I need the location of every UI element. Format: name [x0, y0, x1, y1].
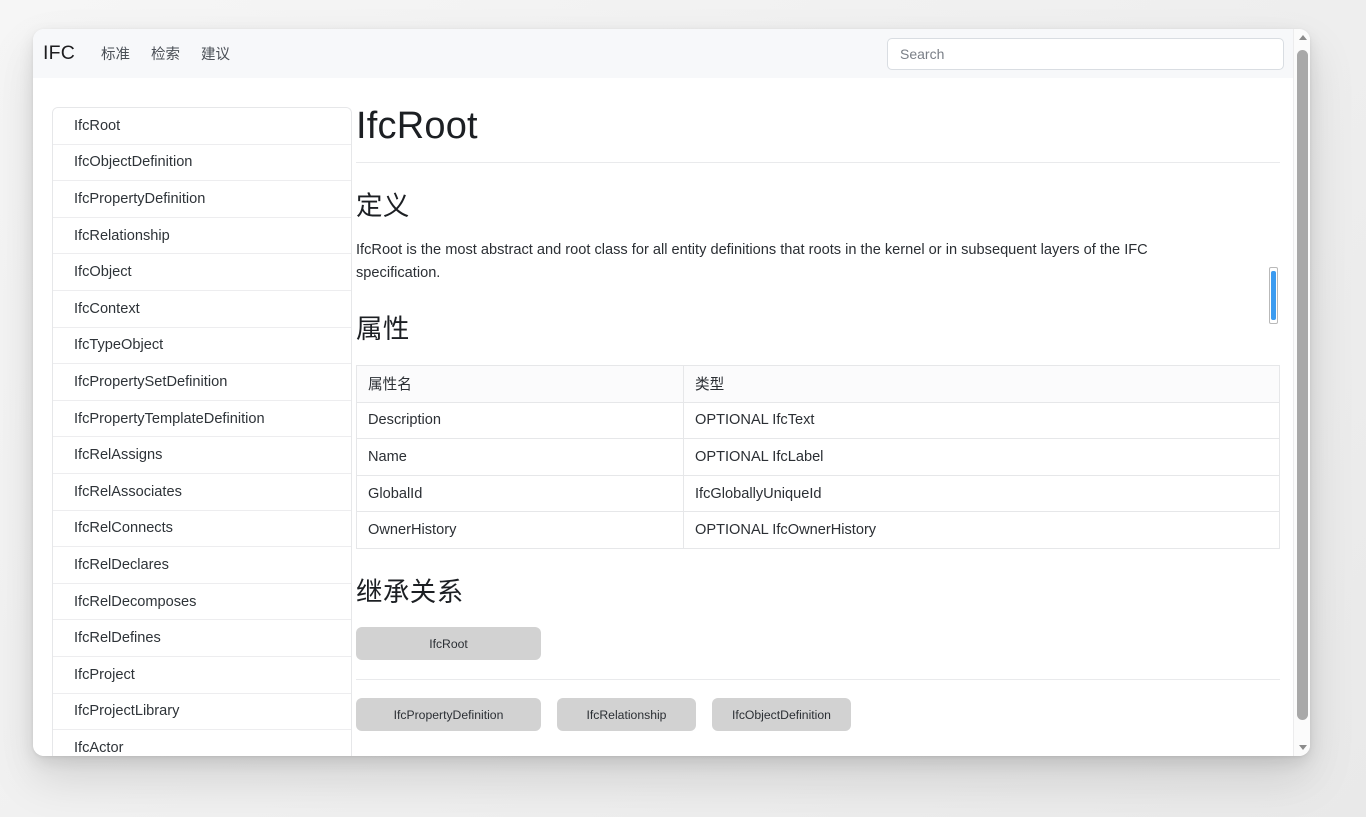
- brand-logo[interactable]: IFC: [43, 42, 75, 65]
- table-row: GlobalId IfcGloballyUniqueId: [356, 474, 1280, 513]
- scroll-up-arrow-icon[interactable]: [1294, 29, 1310, 46]
- sidebar-item-ifcroot[interactable]: IfcRoot: [53, 108, 351, 145]
- inheritance-diagram: IfcRoot IfcPropertyDefinition IfcRelatio…: [356, 627, 1280, 732]
- attr-name: OwnerHistory: [356, 511, 684, 550]
- attr-name: GlobalId: [356, 474, 684, 513]
- nav-item-search[interactable]: 检索: [151, 43, 180, 64]
- main-nav: 标准 检索 建议: [101, 43, 230, 64]
- sidebar-item-ifcreldecomposes[interactable]: IfcRelDecomposes: [53, 583, 351, 621]
- app-body: IfcRoot IfcObjectDefinition IfcPropertyD…: [33, 78, 1310, 756]
- column-header-name: 属性名: [356, 365, 684, 403]
- sidebar-item-ifcactor[interactable]: IfcActor: [53, 730, 351, 756]
- attr-type: IfcGloballyUniqueId: [683, 474, 1280, 513]
- scrollbar-thumb[interactable]: [1297, 50, 1308, 720]
- search-input[interactable]: [887, 38, 1284, 70]
- inheritance-node-ifcrelationship[interactable]: IfcRelationship: [557, 698, 696, 732]
- main-content: IfcRoot 定义 IfcRoot is the most abstract …: [356, 78, 1286, 756]
- inheritance-node-ifcobjectdefinition[interactable]: IfcObjectDefinition: [712, 698, 851, 732]
- inheritance-divider: [356, 679, 1280, 681]
- attributes-table: 属性名 类型 Description OPTIONAL IfcText Name: [356, 365, 1280, 550]
- inheritance-parent-row: IfcRoot: [356, 627, 1278, 661]
- table-row: Name OPTIONAL IfcLabel: [356, 438, 1280, 476]
- table-row: OwnerHistory OPTIONAL IfcOwnerHistory: [356, 511, 1280, 550]
- attr-type: OPTIONAL IfcText: [683, 401, 1280, 440]
- vertical-scrollbar[interactable]: [1293, 29, 1310, 756]
- desktop-background: IFC 标准 检索 建议 IfcRoot IfcObjectDefinition…: [0, 0, 1366, 817]
- nav-item-suggest[interactable]: 建议: [201, 43, 230, 64]
- table-header-row: 属性名 类型: [356, 365, 1280, 403]
- app-window: IFC 标准 检索 建议 IfcRoot IfcObjectDefinition…: [33, 29, 1310, 756]
- inheritance-children-row: IfcPropertyDefinition IfcRelationship If…: [356, 698, 1278, 732]
- sidebar-item-ifcreldefines[interactable]: IfcRelDefines: [53, 620, 351, 657]
- section-heading-attributes: 属性: [356, 314, 410, 345]
- sidebar-item-ifcreldeclares[interactable]: IfcRelDeclares: [53, 547, 351, 584]
- sidebar-item-ifccontext[interactable]: IfcContext: [53, 290, 351, 328]
- sidebar-item-ifcrelationship[interactable]: IfcRelationship: [53, 217, 351, 255]
- title-divider: [356, 161, 1280, 163]
- attr-name: Description: [356, 401, 684, 440]
- attr-type: OPTIONAL IfcLabel: [683, 438, 1280, 476]
- sidebar-item-ifcobjectdefinition[interactable]: IfcObjectDefinition: [53, 144, 351, 182]
- sidebar-item-ifcrelassigns[interactable]: IfcRelAssigns: [53, 437, 351, 474]
- app-header: IFC 标准 检索 建议: [33, 29, 1310, 78]
- column-header-type: 类型: [683, 365, 1280, 403]
- nav-item-standard[interactable]: 标准: [101, 43, 130, 64]
- sidebar-item-ifcrelassociates[interactable]: IfcRelAssociates: [53, 473, 351, 511]
- inner-scrollbar-thumb[interactable]: [1271, 271, 1276, 320]
- sidebar-item-ifcpropertytemplatedefinition[interactable]: IfcPropertyTemplateDefinition: [53, 400, 351, 438]
- section-heading-definition: 定义: [356, 190, 410, 221]
- sidebar-item-ifcobject[interactable]: IfcObject: [53, 254, 351, 291]
- page-title: IfcRoot: [356, 105, 478, 147]
- inheritance-node-ifcroot[interactable]: IfcRoot: [356, 627, 541, 661]
- table-row: Description OPTIONAL IfcText: [356, 401, 1280, 440]
- sidebar-item-ifctypeobject[interactable]: IfcTypeObject: [53, 327, 351, 365]
- attr-type: OPTIONAL IfcOwnerHistory: [683, 511, 1280, 550]
- definition-text: IfcRoot is the most abstract and root cl…: [356, 241, 1148, 282]
- inheritance-node-ifcpropertydefinition[interactable]: IfcPropertyDefinition: [356, 698, 541, 732]
- entity-sidebar[interactable]: IfcRoot IfcObjectDefinition IfcPropertyD…: [52, 107, 352, 756]
- sidebar-item-ifcrelconnects[interactable]: IfcRelConnects: [53, 510, 351, 548]
- sidebar-item-ifcprojectlibrary[interactable]: IfcProjectLibrary: [53, 693, 351, 731]
- sidebar-item-ifcproject[interactable]: IfcProject: [53, 656, 351, 694]
- sidebar-item-ifcpropertysetdefinition[interactable]: IfcPropertySetDefinition: [53, 364, 351, 401]
- attr-name: Name: [356, 438, 684, 476]
- search-container: [887, 38, 1284, 70]
- sidebar-item-ifcpropertydefinition[interactable]: IfcPropertyDefinition: [53, 181, 351, 218]
- section-heading-inheritance: 继承关系: [356, 577, 464, 608]
- scroll-down-arrow-icon[interactable]: [1294, 739, 1310, 756]
